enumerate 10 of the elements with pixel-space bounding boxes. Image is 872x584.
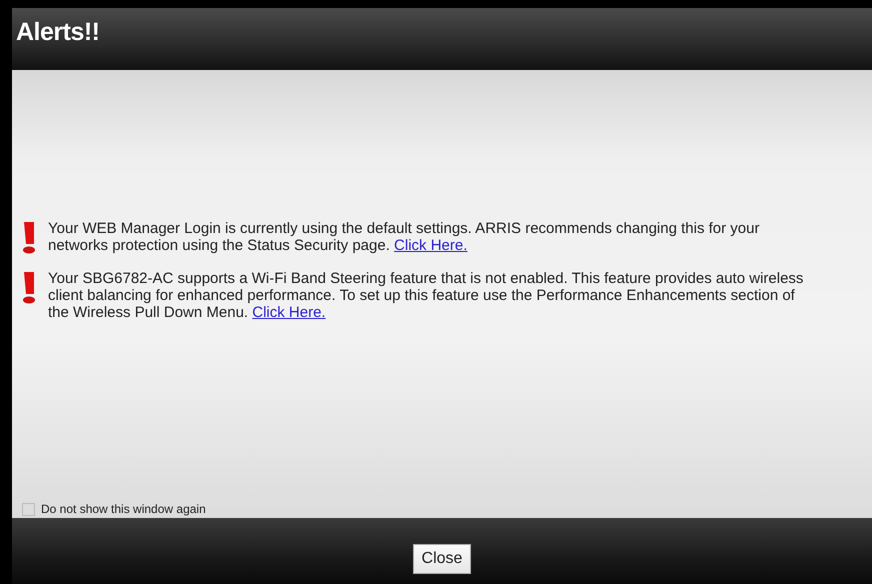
exclamation-icon [22, 222, 36, 254]
close-button[interactable]: Close [412, 544, 472, 574]
click-here-link[interactable]: Click Here. [252, 304, 326, 321]
checkbox-label: Do not show this window again [41, 502, 206, 516]
alert-message: Your SBG6782-AC supports a Wi-Fi Band Steering feature that is not enabled. This feature provides auto wireless client balancing for enhanced performance. To set up this feature use the Performance Enhancements section of the Wireless Pull Down Menu. Click Here. [48, 270, 804, 321]
click-here-link[interactable]: Click Here. [394, 237, 468, 254]
exclamation-icon [22, 272, 36, 304]
alert-message: Your WEB Manager Login is currently using the default settings. ARRIS recommends changing this for your networks protection using the Status Security page. Click Here. [48, 220, 760, 254]
checkbox[interactable] [22, 502, 35, 516]
window-title: Alerts!! [16, 18, 100, 47]
